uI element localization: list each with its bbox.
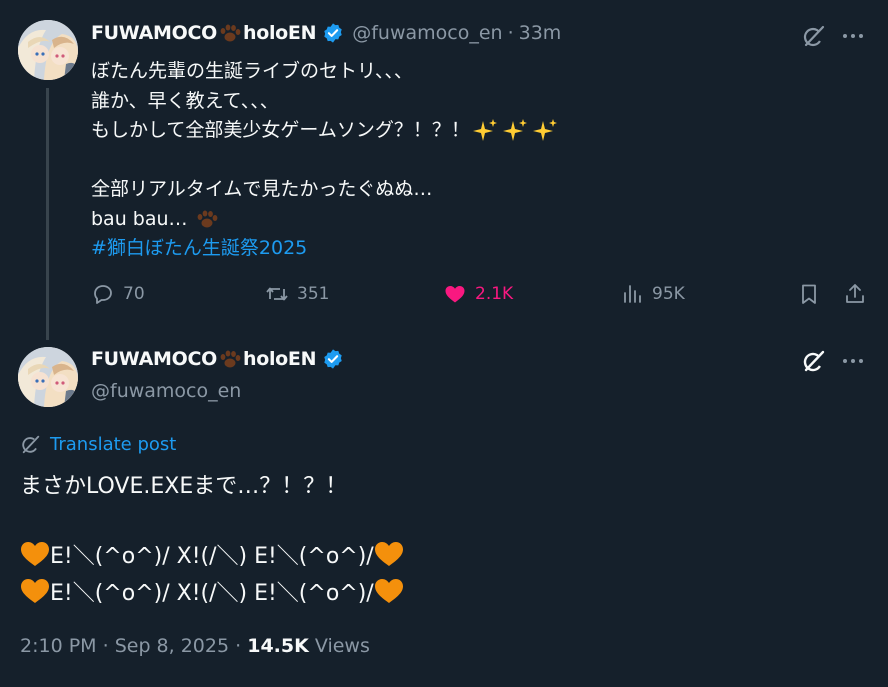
reply-text-content: E!＼(^o^)/ X!(/＼) E!＼(^o^)/ [50, 581, 374, 606]
author-name-suffix[interactable]: holoEN [243, 22, 317, 44]
reply-button[interactable]: 70 [91, 282, 145, 306]
author-name[interactable]: FUWAMOCO [91, 22, 217, 44]
reply-text-content: E!＼(^o^)/ X!(/＼) E!＼(^o^)/ [50, 544, 374, 569]
views-icon [624, 285, 641, 303]
post-time[interactable]: 33m [519, 22, 562, 44]
separator-dot: · [507, 22, 514, 44]
translate-post-button[interactable]: Translate post [20, 433, 176, 455]
post-actions: 70 351 2.1K 95K [0, 282, 888, 312]
post-metadata: 2:10 PM · Sep 8, 2025 · 14.5K Views [20, 635, 370, 657]
views-button[interactable]: 95K [620, 282, 685, 306]
reply-handle-row: @fuwamoco_en [83, 380, 241, 402]
separator-dot: · [102, 635, 109, 657]
post-text-line-content: bau bau… [91, 207, 188, 230]
reply-text-line: E!＼(^o^)/ X!(/＼) E!＼(^o^)/ [20, 538, 404, 570]
reply-header: FUWAMOCO holoEN [91, 348, 344, 370]
grok-icon [803, 25, 825, 47]
reply-count: 70 [123, 284, 145, 304]
share-icon [846, 284, 864, 303]
post-text-line: 全部リアルタイムで見たかったぐぬぬ… [91, 178, 433, 200]
orange-heart-emoji-icon [374, 542, 403, 566]
author-name[interactable]: FUWAMOCO [91, 348, 217, 370]
post-timestamp[interactable]: 2:10 PM [20, 635, 97, 657]
post-text-line-content: もしかして全部美少女ゲームソング？！？！ [91, 119, 470, 141]
repost-icon [266, 287, 288, 301]
post-text-line [91, 146, 562, 176]
translate-label: Translate post [50, 433, 177, 455]
post-thread: FUWAMOCO holoEN @fuwamoco_en · 33m ぼたん先輩… [0, 0, 888, 687]
views-label: Views [314, 635, 370, 657]
repost-button[interactable]: 351 [265, 282, 329, 306]
post-text: ぼたん先輩の生誕ライブのセトリ、、、 誰か、早く教えて、、、 もしかして全部美少… [91, 57, 562, 264]
reply-text-line: まさかLOVE.EXEまで…？！？！ [20, 474, 348, 499]
translate-icon [22, 435, 40, 454]
avatar[interactable] [18, 20, 78, 80]
post-text-line: 誰か、早く教えて、、、 [91, 89, 279, 112]
grok-button[interactable] [799, 346, 829, 376]
post-text-line: ぼたん先輩の生誕ライブのセトリ、、、 [91, 60, 413, 82]
author-handle[interactable]: @fuwamoco_en [91, 380, 241, 402]
post-text-line: もしかして全部美少女ゲームソング？！？！ [91, 116, 562, 146]
more-options-button[interactable] [838, 346, 868, 376]
orange-heart-emoji-icon [374, 579, 403, 603]
more-icon [843, 359, 863, 363]
paw-emoji-icon [220, 24, 241, 42]
post-date[interactable]: Sep 8, 2025 [115, 635, 229, 657]
grok-button[interactable] [799, 21, 829, 51]
orange-heart-emoji-icon [21, 579, 49, 603]
views-count: 14.5K [247, 635, 309, 657]
author-handle[interactable]: @fuwamoco_en [352, 22, 502, 44]
post-header: FUWAMOCO holoEN @fuwamoco_en · 33m [91, 22, 561, 44]
author-name-suffix[interactable]: holoEN [243, 348, 317, 370]
bookmark-button[interactable] [797, 282, 829, 306]
paw-emoji-icon [197, 210, 217, 228]
more-icon [843, 34, 863, 38]
like-count: 2.1K [475, 284, 514, 304]
verified-badge-icon [324, 349, 342, 369]
verified-badge-icon [324, 23, 342, 43]
separator-dot: · [235, 635, 242, 657]
like-button[interactable]: 2.1K [443, 282, 513, 306]
heart-icon [445, 286, 465, 303]
more-options-button[interactable] [838, 21, 868, 51]
post-text-line: bau bau… [91, 205, 562, 235]
grok-icon [803, 350, 825, 372]
hashtag-link[interactable]: #獅白ぼたん生誕祭2025 [91, 234, 562, 264]
reply-icon [94, 285, 112, 304]
orange-heart-emoji-icon [21, 542, 49, 566]
reply-text-line: E!＼(^o^)/ X!(/＼) E!＼(^o^)/ [20, 575, 404, 607]
paw-emoji-icon [220, 350, 241, 368]
share-button[interactable] [843, 282, 875, 306]
views-count: 95K [652, 284, 685, 304]
avatar[interactable] [18, 347, 78, 407]
repost-count: 351 [297, 284, 330, 304]
sparkles-emoji-icon [472, 117, 562, 145]
bookmark-icon [802, 284, 816, 304]
